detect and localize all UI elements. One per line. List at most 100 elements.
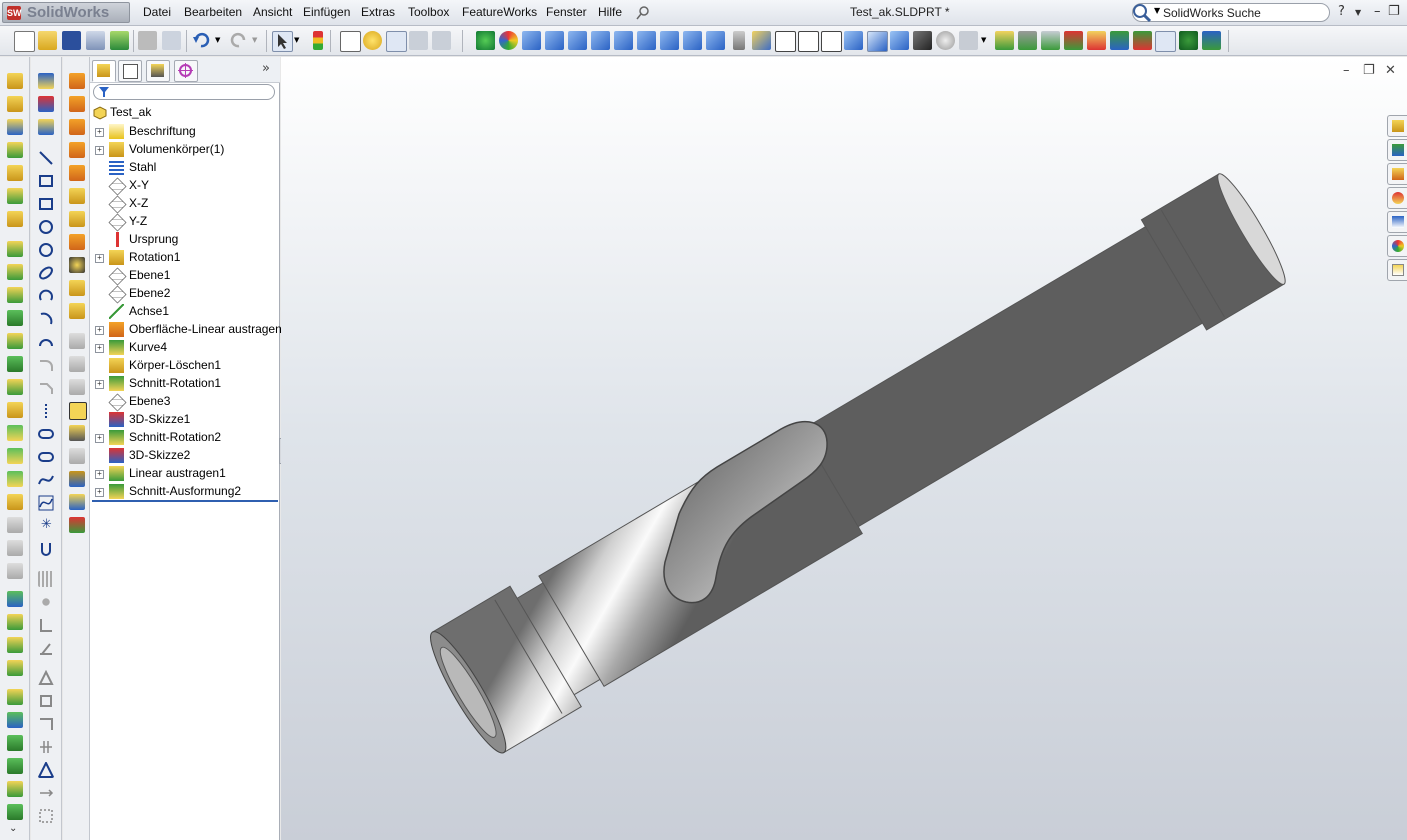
solidworks-logo[interactable]: SW SolidWorks: [2, 2, 130, 23]
split-line-icon[interactable]: [7, 712, 23, 728]
view-right-icon[interactable]: [591, 31, 610, 50]
boundary-surface-icon[interactable]: [69, 165, 85, 181]
tree-item[interactable]: + Volumenkörper(1): [90, 141, 280, 159]
view-top-icon[interactable]: [614, 31, 633, 50]
hide-show-3d-sketches-icon[interactable]: [1155, 31, 1176, 52]
normal-to-icon[interactable]: [733, 31, 745, 50]
sketch-chamfer-tool-icon[interactable]: [38, 380, 54, 396]
appearances-tab[interactable]: [1387, 235, 1407, 257]
shaded-with-edges-icon[interactable]: [844, 31, 863, 50]
view-orientation-icon[interactable]: [752, 31, 771, 50]
view-bottom-icon[interactable]: [637, 31, 656, 50]
search-dropdown-icon[interactable]: ▼: [1154, 6, 1160, 15]
zoom-icon[interactable]: [162, 31, 181, 50]
tangent-arc-tool-icon[interactable]: [38, 311, 54, 327]
thicken-icon[interactable]: [69, 280, 85, 296]
revolved-boss-icon[interactable]: [7, 96, 23, 112]
move-entities-tool-icon[interactable]: [38, 785, 54, 801]
polygon-tool-icon[interactable]: [38, 242, 54, 258]
wrap-icon[interactable]: [7, 287, 23, 303]
tab-feature-manager[interactable]: [92, 60, 116, 82]
display-relations-tool-icon[interactable]: [38, 640, 54, 656]
expand-toggle-icon[interactable]: +: [95, 344, 104, 353]
minimize-button[interactable]: –: [1374, 4, 1381, 19]
tree-item[interactable]: + Schnitt-Rotation1: [90, 375, 280, 393]
rectangle-tool-icon[interactable]: [38, 173, 54, 189]
tab-property-manager[interactable]: [118, 60, 142, 82]
menu-einfuegen[interactable]: Einfügen: [303, 5, 350, 19]
reference-geometry-icon[interactable]: [7, 591, 23, 607]
graphics-viewport[interactable]: – ❐ ✕: [281, 57, 1407, 840]
rebuild-traffic-light-icon[interactable]: [313, 31, 323, 50]
sketch-linear-pattern-icon[interactable]: [38, 571, 54, 587]
print-preview-icon[interactable]: [86, 31, 105, 50]
offset-surface-icon[interactable]: [69, 211, 85, 227]
axis-tool-icon[interactable]: [7, 804, 23, 820]
dome-icon[interactable]: [7, 379, 23, 395]
view-isometric-icon[interactable]: [660, 31, 679, 50]
lofted-surface-icon[interactable]: [69, 142, 85, 158]
arc-tool-icon[interactable]: [38, 288, 54, 304]
sketch-active-icon[interactable]: [386, 31, 407, 52]
freeform-icon[interactable]: [7, 660, 23, 676]
centerline-tool-icon[interactable]: [38, 403, 54, 419]
hide-show-axes-icon[interactable]: [1018, 31, 1037, 50]
expand-toggle-icon[interactable]: +: [95, 326, 104, 335]
instant3d-icon[interactable]: [7, 637, 23, 653]
expand-toggle-icon[interactable]: +: [95, 488, 104, 497]
view-palette-tab[interactable]: [1387, 211, 1407, 233]
point-tool-icon[interactable]: ✳: [41, 517, 52, 532]
expand-panel-chevron-icon[interactable]: »: [262, 61, 270, 76]
hide-show-planes-icon[interactable]: [995, 31, 1014, 50]
add-relation-tool-icon[interactable]: [38, 617, 54, 633]
expand-toggle-icon[interactable]: +: [95, 128, 104, 137]
help-dropdown-icon[interactable]: ▼: [1355, 8, 1361, 17]
tree-item[interactable]: X-Z: [90, 195, 280, 214]
tree-root-label[interactable]: Test_ak: [110, 105, 151, 119]
view-left-icon[interactable]: [568, 31, 587, 50]
composite-curve-icon[interactable]: [7, 735, 23, 751]
tree-item[interactable]: X-Y: [90, 177, 280, 196]
custom-properties-tab[interactable]: [1387, 259, 1407, 281]
arc-slot-tool-icon[interactable]: [38, 449, 54, 465]
tree-item[interactable]: Ebene2: [90, 285, 280, 304]
view-trimetric-icon[interactable]: [683, 31, 702, 50]
tree-item[interactable]: 3D-Skizze2: [90, 447, 280, 465]
hidden-lines-removed-icon[interactable]: [821, 31, 842, 52]
smart-dimension-tool-icon[interactable]: [38, 119, 54, 135]
slot-tool-icon[interactable]: [38, 426, 54, 442]
measure-icon[interactable]: [69, 494, 85, 510]
hide-show-dimensions-icon[interactable]: [1202, 31, 1221, 50]
hide-show-coordinate-systems-icon[interactable]: [1087, 31, 1106, 50]
appearance-icon[interactable]: [476, 31, 495, 50]
three-point-arc-tool-icon[interactable]: [38, 334, 54, 350]
swept-boss-icon[interactable]: [7, 119, 23, 135]
hide-show-points-icon[interactable]: [1179, 31, 1198, 50]
expand-toggle-icon[interactable]: +: [95, 470, 104, 479]
planar-surface-icon[interactable]: [69, 188, 85, 204]
new-document-icon[interactable]: [14, 31, 35, 52]
mirror-icon[interactable]: [7, 356, 23, 372]
search-input[interactable]: SolidWorks Suche: [1163, 6, 1261, 20]
line-tool-icon[interactable]: [38, 150, 54, 166]
tree-item[interactable]: + Linear austragen1: [90, 465, 280, 483]
more-tools-chevron-icon[interactable]: ⌄: [9, 823, 17, 834]
pin-icon[interactable]: [634, 4, 652, 22]
shaded-icon[interactable]: [867, 31, 888, 52]
search-tab[interactable]: [1387, 187, 1407, 209]
extruded-boss-icon[interactable]: [7, 73, 23, 89]
print-icon[interactable]: [138, 31, 157, 50]
spline-tool-icon[interactable]: [38, 472, 54, 488]
view-back-icon[interactable]: [545, 31, 564, 50]
tree-item[interactable]: Stahl: [90, 159, 280, 177]
open-folder-icon[interactable]: [38, 31, 57, 50]
tree-filter-input[interactable]: [93, 84, 275, 100]
undo-dropdown-icon[interactable]: ▼: [215, 36, 220, 44]
color-wheel-icon[interactable]: [499, 31, 518, 50]
menu-featureworks[interactable]: FeatureWorks: [462, 5, 537, 19]
split-icon[interactable]: [7, 448, 23, 464]
tree-item[interactable]: Y-Z: [90, 213, 280, 232]
menu-extras[interactable]: Extras: [361, 5, 395, 19]
tree-item[interactable]: Ebene1: [90, 267, 280, 286]
file-properties-icon[interactable]: [340, 31, 361, 52]
